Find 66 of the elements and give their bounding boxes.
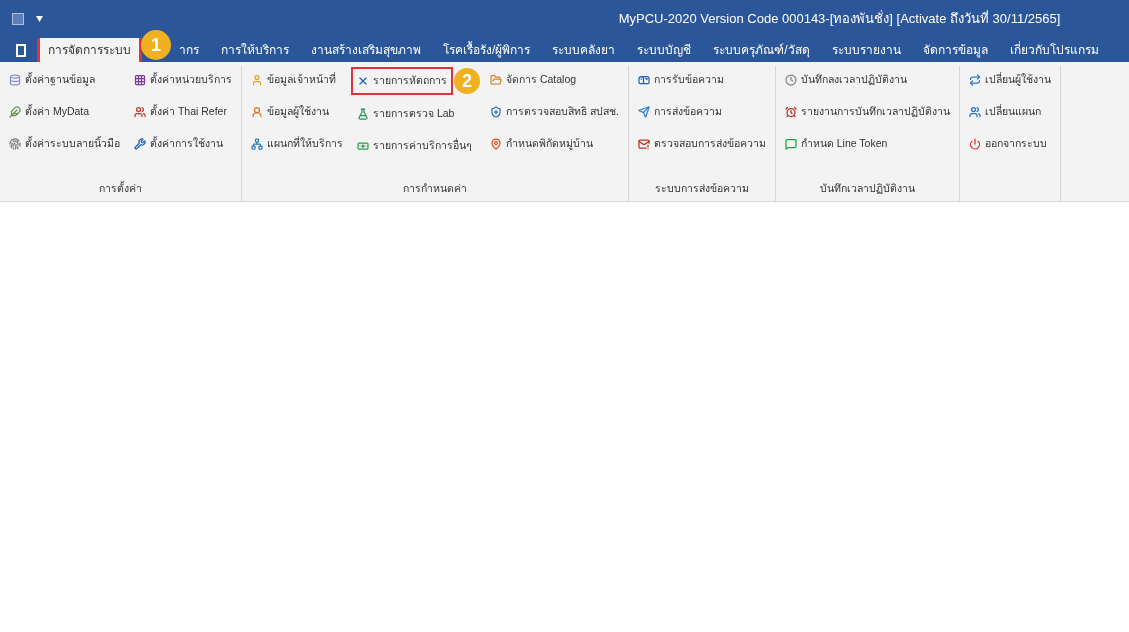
- ribbon-item[interactable]: รายงานการบันทึกเวลาปฏิบัติงาน: [780, 100, 954, 124]
- ribbon-item[interactable]: กำหนดพิกัดหมู่บ้าน: [486, 132, 597, 156]
- quick-access-caret-icon[interactable]: [36, 16, 43, 22]
- file-menu-icon[interactable]: [16, 44, 26, 57]
- cross-tools-icon: [357, 75, 369, 87]
- ribbon-tab[interactable]: ระบบรายงาน: [827, 38, 905, 62]
- ribbon-item[interactable]: บันทึกลงเวลาปฏิบัติงาน: [780, 68, 911, 92]
- ribbon-tab[interactable]: ระบบครุภัณฑ์/วัสดุ: [709, 38, 814, 62]
- ribbon-tab[interactable]: เกี่ยวกับโปรแกรม: [1005, 38, 1103, 62]
- ribbon-tab[interactable]: โรคเรื้อรัง/ผู้พิการ: [439, 38, 535, 62]
- group-label: ระบบการส่งข้อความ: [653, 181, 750, 197]
- ribbon-item[interactable]: ออกจากระบบ: [964, 132, 1051, 156]
- ribbon-item[interactable]: การรับข้อความ: [633, 68, 728, 92]
- ribbon-item[interactable]: ตรวจสอบการส่งข้อความ: [633, 132, 770, 156]
- power-icon: [968, 138, 981, 150]
- ribbon-tab[interactable]: จัดการข้อมูล: [918, 38, 992, 62]
- ribbon-item[interactable]: ข้อมูลเจ้าหน้าที่: [247, 68, 340, 92]
- fingerprint-icon: [9, 138, 21, 150]
- ribbon-item[interactable]: ตั้งค่าระบบลายนิ้วมือ: [5, 132, 124, 156]
- group-label: บันทึกเวลาปฏิบัติงาน: [818, 181, 916, 197]
- person-icon: [251, 74, 263, 86]
- alarm-clock-icon: [784, 106, 797, 118]
- user-icon: [251, 106, 263, 118]
- medical-shield-icon: [490, 106, 502, 118]
- ribbon-item[interactable]: รายการค่าบริการอื่นๆ: [353, 134, 476, 158]
- ribbon-tab[interactable]: ระบบบัญชี: [633, 38, 696, 62]
- send-icon: [637, 106, 650, 118]
- people-icon: [134, 106, 146, 118]
- ribbon-item[interactable]: ตั้งค่า MyData: [5, 100, 94, 124]
- people-icon: [968, 106, 981, 118]
- ribbon-tab[interactable]: การจัดการระบบ: [40, 38, 139, 62]
- group-label: การกำหนดค่า: [401, 181, 468, 197]
- ribbon-item[interactable]: ตั้งค่าฐานข้อมูล: [5, 68, 99, 92]
- wrench-icon: [134, 138, 146, 150]
- ribbon-item[interactable]: จัดการ Catalog: [486, 68, 581, 92]
- ribbon-item[interactable]: การส่งข้อความ: [633, 100, 726, 124]
- ribbon-item[interactable]: ตั้งค่าหน่วยบริการ: [130, 68, 236, 92]
- clock-icon: [784, 74, 797, 86]
- org-chart-icon: [251, 138, 263, 150]
- ribbon-item[interactable]: แผนกที่ให้บริการ: [247, 132, 347, 156]
- window-title: MyPCU-2020 Version Code 000143-[ทองพันชั่ง] [Activate ถึงวันที่ 30/11/2565]: [617, 9, 1062, 29]
- chat-icon: [784, 138, 797, 150]
- ribbon-item[interactable]: ตั้งค่าการใช้งาน: [130, 132, 227, 156]
- money-icon: [357, 140, 369, 152]
- grid-icon: [134, 74, 146, 86]
- folder-icon: [490, 74, 502, 86]
- mail-warning-icon: [637, 138, 650, 150]
- ribbon-tab[interactable]: ระบบคลังยา: [548, 38, 620, 62]
- ribbon-item[interactable]: ข้อมูลผู้ใช้งาน: [247, 100, 333, 124]
- ribbon-item[interactable]: กำหนด Line Token: [780, 132, 892, 156]
- ribbon-item[interactable]: เปลี่ยนแผนก: [964, 100, 1045, 124]
- ribbon-tab[interactable]: งานสร้างเสริมสุขภาพ: [307, 38, 425, 62]
- database-icon: [9, 74, 21, 86]
- switch-icon: [968, 74, 981, 86]
- feather-icon: [9, 106, 21, 118]
- ribbon-tab[interactable]: ากร: [175, 38, 203, 62]
- ribbon-item[interactable]: รายการตรวจ Lab: [353, 102, 459, 126]
- group-label: การตั้งค่า: [98, 181, 143, 197]
- ribbon-tab[interactable]: การให้บริการ: [217, 38, 293, 62]
- map-pin-icon: [490, 138, 502, 150]
- ribbon-item[interactable]: การตรวจสอบสิทธิ สปสช.: [486, 100, 623, 124]
- ribbon-item[interactable]: เปลี่ยนผู้ใช้งาน: [964, 68, 1055, 92]
- ribbon-item[interactable]: ตั้งค่า Thai Refer: [130, 100, 231, 124]
- ribbon-item[interactable]: รายการหัตถการ: [353, 69, 451, 93]
- step-badge: 2: [454, 68, 480, 94]
- app-icon: [12, 13, 24, 25]
